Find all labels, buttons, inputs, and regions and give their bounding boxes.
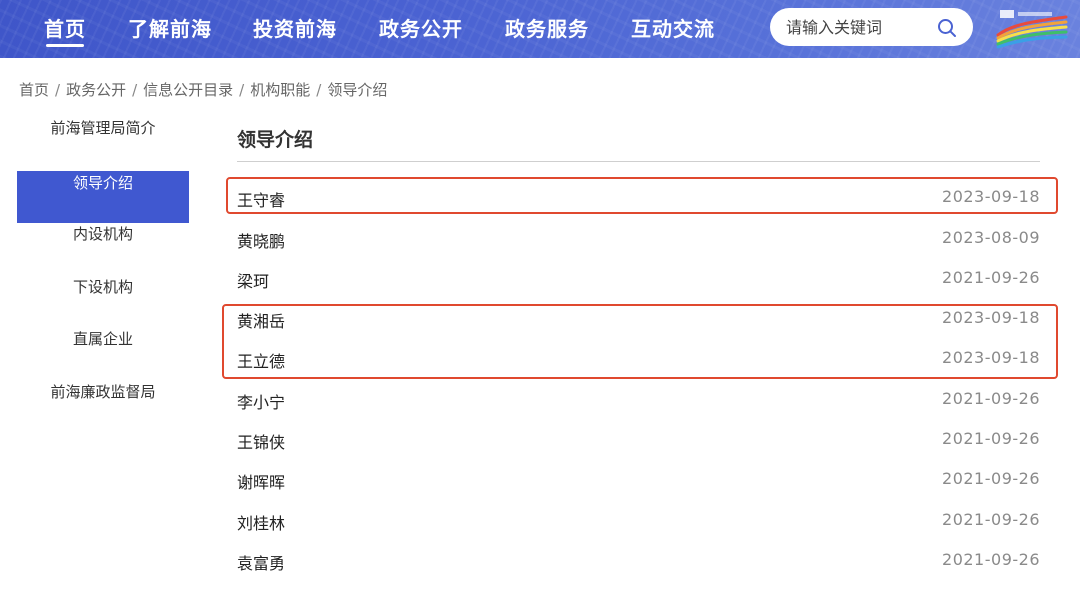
sidebar-item-authority-intro[interactable]: 前海管理局简介 — [17, 106, 189, 158]
publish-date: 2021-09-26 — [942, 550, 1040, 569]
publish-date: 2021-09-26 — [942, 389, 1040, 408]
logo-icon — [996, 10, 1068, 49]
list-item[interactable]: 王立德 2023-09-18 — [237, 348, 1040, 372]
sidebar-item-subordinate-units[interactable]: 下设机构 — [17, 265, 189, 317]
search-icon — [938, 19, 956, 37]
publish-date: 2021-09-26 — [942, 510, 1040, 529]
top-header: 首页 了解前海 投资前海 政务公开 政务服务 互动交流 — [0, 0, 1080, 58]
leader-name[interactable]: 黄晓鹏 — [237, 228, 285, 252]
list-item[interactable]: 袁富勇 2021-09-26 — [237, 550, 1040, 574]
nav-government-services[interactable]: 政务服务 — [505, 13, 589, 43]
publish-date: 2023-09-18 — [942, 348, 1040, 367]
leader-name[interactable]: 王守睿 — [237, 187, 285, 211]
search-button[interactable] — [936, 17, 958, 39]
leader-name[interactable]: 刘桂林 — [237, 510, 285, 534]
publish-date: 2021-09-26 — [942, 268, 1040, 287]
publish-date: 2021-09-26 — [942, 429, 1040, 448]
nav-invest-qianhai[interactable]: 投资前海 — [253, 13, 337, 43]
publish-date: 2021-09-26 — [942, 469, 1040, 488]
sidebar-item-integrity-supervision[interactable]: 前海廉政监督局 — [17, 370, 189, 422]
leader-name[interactable]: 黄湘岳 — [237, 308, 285, 332]
breadcrumb-separator: / — [316, 81, 322, 99]
breadcrumb-leadership[interactable]: 领导介绍 — [327, 81, 387, 99]
sidebar-item-internal-departments[interactable]: 内设机构 — [17, 212, 189, 264]
breadcrumb-separator: / — [132, 81, 138, 99]
sidebar-item-affiliated-enterprises[interactable]: 直属企业 — [17, 317, 189, 369]
leader-name[interactable]: 王锦侠 — [237, 429, 285, 453]
leader-name[interactable]: 梁珂 — [237, 268, 269, 292]
breadcrumb-government-disclosure[interactable]: 政务公开 — [66, 81, 126, 99]
list-item[interactable]: 李小宁 2021-09-26 — [237, 389, 1040, 413]
nav-government-disclosure[interactable]: 政务公开 — [379, 13, 463, 43]
breadcrumb-separator: / — [239, 81, 245, 99]
publish-date: 2023-08-09 — [942, 228, 1040, 247]
site-logo[interactable] — [994, 5, 1070, 51]
leader-name[interactable]: 谢晖晖 — [237, 469, 285, 493]
publish-date: 2023-09-18 — [942, 187, 1040, 206]
search-box — [770, 8, 973, 46]
leader-name[interactable]: 王立德 — [237, 348, 285, 372]
list-item[interactable]: 王守睿 2023-09-18 — [237, 187, 1040, 211]
search-input[interactable] — [786, 16, 936, 38]
publish-date: 2023-09-18 — [942, 308, 1040, 327]
leader-name[interactable]: 袁富勇 — [237, 550, 285, 574]
list-item[interactable]: 王锦侠 2021-09-26 — [237, 429, 1040, 453]
list-item[interactable]: 黄晓鹏 2023-08-09 — [237, 228, 1040, 252]
leader-name[interactable]: 李小宁 — [237, 389, 285, 413]
breadcrumb-info-catalog[interactable]: 信息公开目录 — [143, 81, 233, 99]
title-divider — [237, 161, 1040, 162]
page-title: 领导介绍 — [237, 129, 314, 151]
breadcrumb-home[interactable]: 首页 — [19, 81, 49, 99]
list-item[interactable]: 黄湘岳 2023-09-18 — [237, 308, 1040, 332]
breadcrumb: 首页 / 政务公开 / 信息公开目录 / 机构职能 / 领导介绍 — [19, 79, 387, 101]
list-item[interactable]: 刘桂林 2021-09-26 — [237, 510, 1040, 534]
list-item[interactable]: 梁珂 2021-09-26 — [237, 268, 1040, 292]
breadcrumb-org-functions[interactable]: 机构职能 — [250, 81, 310, 99]
nav-interaction[interactable]: 互动交流 — [631, 13, 715, 43]
list-item[interactable]: 谢晖晖 2021-09-26 — [237, 469, 1040, 493]
nav-home[interactable]: 首页 — [44, 13, 86, 47]
nav-about-qianhai[interactable]: 了解前海 — [128, 13, 212, 43]
breadcrumb-separator: / — [55, 81, 61, 99]
